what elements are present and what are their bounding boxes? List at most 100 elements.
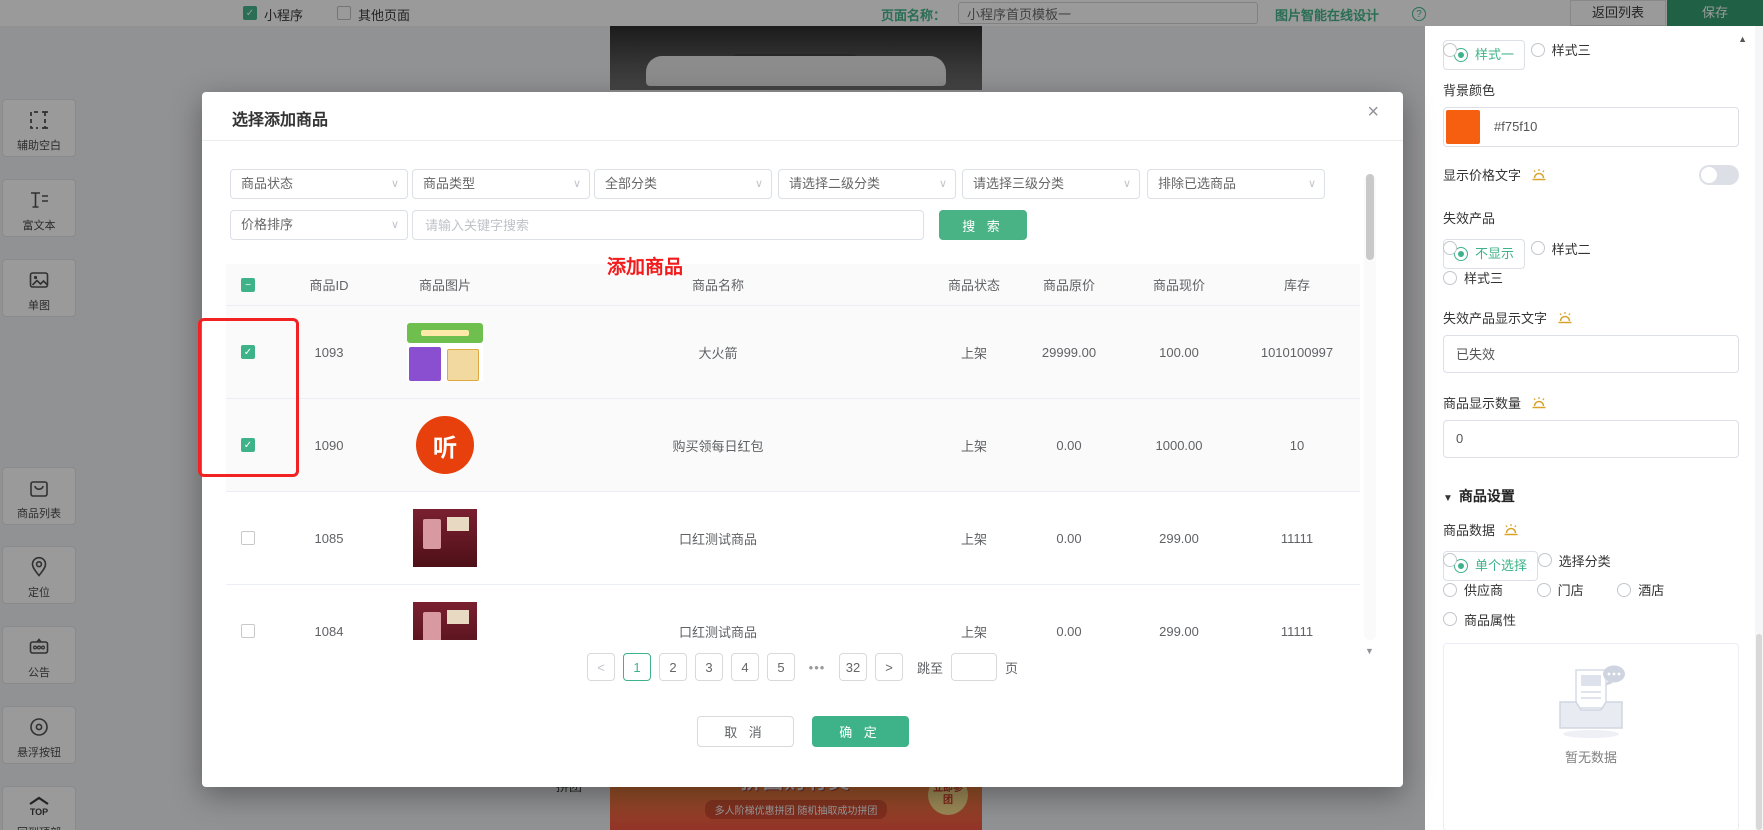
page-button-3[interactable]: 3 [695,653,723,681]
annotation-text: 添加商品 [607,252,683,279]
row-checkbox[interactable]: ✓ [241,438,255,452]
search-button[interactable]: 搜 索 [939,210,1027,240]
show-price-toggle[interactable] [1699,165,1739,185]
alarm-icon [1503,523,1519,537]
col-header-id: 商品ID [270,275,388,294]
confirm-button[interactable]: 确 定 [812,716,909,747]
modal-scrollbar-thumb[interactable] [1366,174,1374,260]
keyword-search-input[interactable] [412,210,924,240]
chevron-down-icon: ∨ [1308,170,1316,198]
data-radio-group-2: 供应商 门店 酒店 [1443,580,1739,600]
radio-dot-icon [1537,583,1551,597]
radio-dot-icon [1443,271,1457,285]
empty-state-text: 暂无数据 [1444,747,1738,766]
table-header-row: − 商品ID 商品图片 商品名称 商品状态 商品原价 商品现价 库存 [226,264,1360,306]
radio-store[interactable]: 门店 [1537,580,1584,599]
radio-dot-icon [1531,43,1545,57]
radio-dot-icon [1443,583,1457,597]
empty-inbox-icon [1548,662,1634,740]
radio-dot-icon [1443,612,1457,626]
bg-color-field[interactable]: #f75f10 [1443,107,1739,147]
row-checkbox[interactable] [241,624,255,638]
radio-dot-icon [1617,583,1631,597]
alarm-icon [1557,311,1573,325]
show-price-label: 显示价格文字 [1443,168,1521,183]
close-icon[interactable]: × [1367,102,1379,122]
invalid-product-label: 失效产品 [1443,211,1495,226]
radio-style-3[interactable]: 样式三 [1531,40,1591,59]
price-sort-select[interactable]: 价格排序∨ [230,210,408,240]
radio-dot-icon [1443,553,1457,567]
table-row[interactable]: ✓ 1093 大火箭 上架 29999.00 100.00 1010100997 [226,306,1360,399]
display-count-input[interactable] [1443,420,1739,458]
filter-subcategory-select[interactable]: 请选择二级分类∨ [778,169,956,199]
modal-scrollbar[interactable]: ▼ [1364,174,1376,640]
page-scrollbar-thumb[interactable] [1756,634,1762,830]
page-button-2[interactable]: 2 [659,653,687,681]
modal-title: 选择添加商品 [232,106,328,130]
filter-type-select[interactable]: 商品类型∨ [412,169,590,199]
chevron-down-icon: ∨ [755,170,763,198]
page-unit-label: 页 [1005,658,1018,677]
bg-color-label: 背景颜色 [1443,83,1495,98]
pagination: < 1 2 3 4 5 ••• 32 > 跳至 页 [202,653,1403,681]
settings-panel: ▲ 样式一 样式二 样式三 背景颜色 #f75f10 显示价格文字 失效产品 不… [1425,26,1755,830]
col-header-name: 商品名称 [502,275,934,294]
filter-category-select[interactable]: 全部分类∨ [594,169,772,199]
jump-page-input[interactable] [951,653,997,681]
radio-dot-icon [1531,241,1545,255]
filter-exclude-select[interactable]: 排除已选商品∨ [1147,169,1325,199]
pagination-ellipsis[interactable]: ••• [803,653,831,681]
radio-product-attr[interactable]: 商品属性 [1443,610,1516,629]
radio-invalid-style-3[interactable]: 样式三 [1443,268,1503,287]
filter-thirdcategory-select[interactable]: 请选择三级分类∨ [962,169,1140,199]
chevron-down-icon: ∨ [1123,170,1131,198]
toggle-knob [1701,167,1717,183]
radio-supplier[interactable]: 供应商 [1443,580,1503,599]
product-settings-section[interactable]: ▼商品设置 [1443,486,1739,506]
bg-color-value: #f75f10 [1494,119,1537,134]
select-product-modal: 选择添加商品 × 商品状态∨ 商品类型∨ 全部分类∨ 请选择二级分类∨ 请选择三… [202,92,1403,787]
radio-select-category[interactable]: 选择分类 [1538,551,1611,570]
page-button-4[interactable]: 4 [731,653,759,681]
scroll-up-icon[interactable]: ▲ [1738,34,1747,44]
next-page-button[interactable]: > [875,653,903,681]
radio-single-select[interactable]: 单个选择 [1443,551,1538,581]
page-button-5[interactable]: 5 [767,653,795,681]
product-table: − 商品ID 商品图片 商品名称 商品状态 商品原价 商品现价 库存 ✓ 109… [226,264,1360,640]
page-button-last[interactable]: 32 [839,653,867,681]
prev-page-button[interactable]: < [587,653,615,681]
alarm-icon [1531,168,1547,182]
cancel-button[interactable]: 取 消 [697,716,794,747]
collapse-arrow-icon: ▼ [1443,493,1453,504]
color-swatch[interactable] [1446,110,1480,144]
alarm-icon [1531,396,1547,410]
table-row[interactable]: ✓ 1090 听 购买领每日红包 上架 0.00 1000.00 10 [226,399,1360,492]
radio-hotel[interactable]: 酒店 [1617,580,1664,599]
radio-dot-icon [1443,241,1457,255]
product-image [407,323,483,381]
product-image: 听 [416,416,474,474]
filter-status-select[interactable]: 商品状态∨ [230,169,408,199]
col-header-original-price: 商品原价 [1014,275,1124,294]
chevron-down-icon: ∨ [573,170,581,198]
row-checkbox[interactable] [241,531,255,545]
radio-invalid-style-2[interactable]: 样式二 [1531,239,1591,258]
product-image [413,602,477,640]
product-data-label: 商品数据 [1443,523,1495,538]
jump-label: 跳至 [917,658,943,677]
table-row[interactable]: 1084 口红测试商品 上架 0.00 299.00 11111 [226,585,1360,640]
radio-dot-icon [1538,553,1552,567]
invalid-text-label: 失效产品显示文字 [1443,311,1547,326]
invalid-text-input[interactable] [1443,335,1739,373]
col-header-image: 商品图片 [388,275,502,294]
chevron-down-icon: ∨ [391,211,399,239]
invalid-radio-group: 不显示 样式一 样式二 [1443,239,1739,259]
page-scrollbar[interactable] [1755,26,1763,830]
table-row[interactable]: 1085 口红测试商品 上架 0.00 299.00 11111 [226,492,1360,585]
empty-state-box: 暂无数据 [1443,643,1739,830]
page-button-1[interactable]: 1 [623,653,651,681]
select-all-checkbox[interactable]: − [241,278,255,292]
col-header-stock: 库存 [1234,275,1360,294]
row-checkbox[interactable]: ✓ [241,345,255,359]
